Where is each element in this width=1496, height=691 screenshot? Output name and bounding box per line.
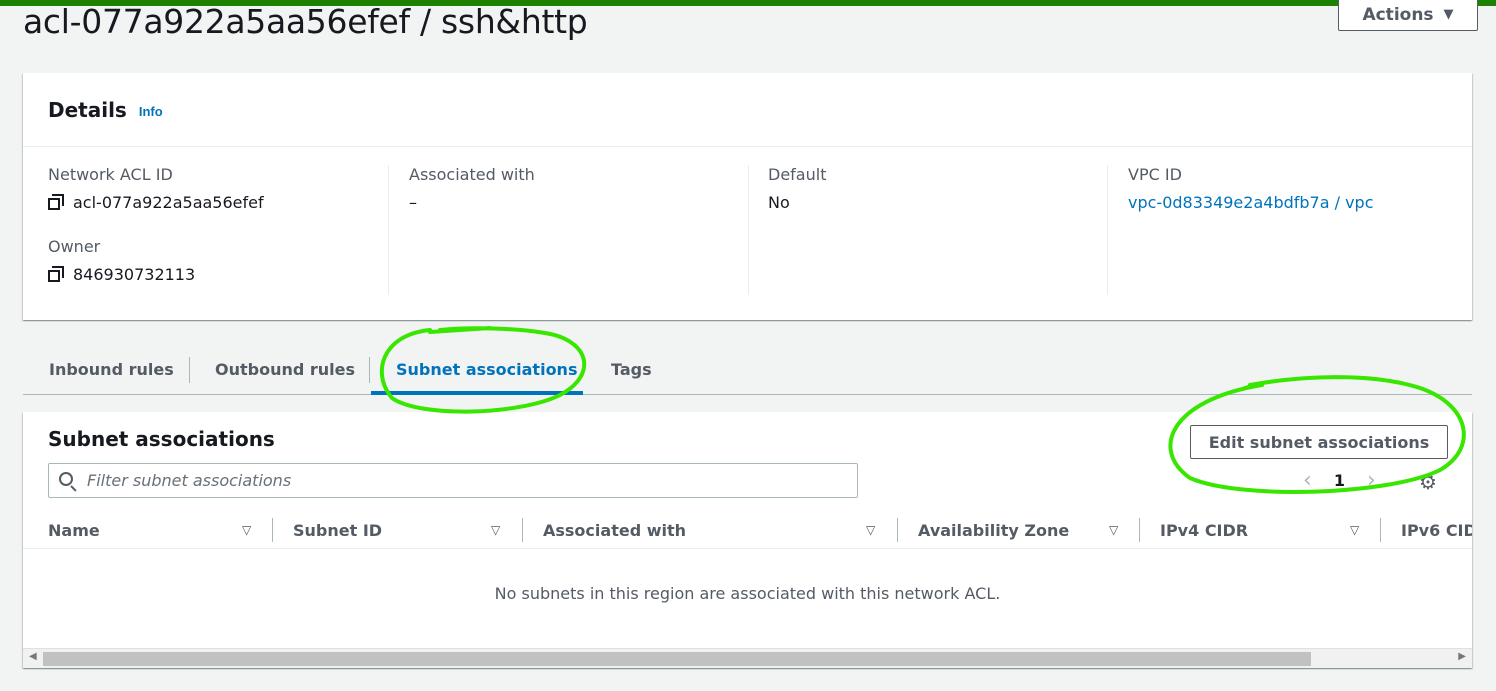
sort-icon[interactable]: ▽ (491, 523, 500, 537)
column-divider (388, 165, 389, 295)
copy-icon[interactable] (48, 194, 65, 211)
subnet-associations-title: Subnet associations (48, 427, 275, 451)
tab-tags[interactable]: Tags (611, 345, 652, 394)
owner-label: Owner (48, 237, 101, 256)
column-divider (748, 165, 749, 295)
actions-label: Actions (1362, 4, 1434, 25)
gear-icon[interactable]: ⚙ (1419, 470, 1437, 495)
column-header-ipv4-cidr[interactable]: IPv4 CIDR (1160, 511, 1248, 549)
tab-divider (189, 357, 190, 383)
network-acl-id-value: acl-077a922a5aa56efef (48, 193, 264, 212)
filter-input[interactable] (87, 471, 787, 490)
network-acl-id-label: Network ACL ID (48, 165, 173, 184)
details-column-associated: Associated with – (409, 165, 535, 295)
tab-outbound-rules[interactable]: Outbound rules (215, 345, 355, 394)
details-header: Details Info (23, 73, 1472, 147)
page-title: acl-077a922a5aa56efef / ssh&http (23, 2, 588, 41)
pagination: ‹ 1 › (1303, 468, 1376, 493)
details-panel: Details Info Network ACL ID acl-077a922a… (23, 73, 1472, 320)
column-header-name[interactable]: Name (48, 511, 100, 549)
tab-subnet-associations[interactable]: Subnet associations (396, 345, 577, 394)
details-column-acl: Network ACL ID acl-077a922a5aa56efef Own… (48, 165, 264, 295)
filter-subnet-associations[interactable] (48, 463, 858, 498)
current-page[interactable]: 1 (1334, 471, 1345, 490)
next-page-icon[interactable]: › (1367, 468, 1376, 493)
details-body: Network ACL ID acl-077a922a5aa56efef Own… (23, 147, 1472, 319)
subnet-associations-panel: Subnet associations Edit subnet associat… (23, 412, 1472, 668)
scroll-right-icon[interactable]: ▶ (1458, 651, 1466, 662)
default-value: No (768, 193, 790, 212)
column-divider (1107, 165, 1108, 295)
scrollbar-thumb[interactable] (43, 652, 1311, 666)
copy-icon[interactable] (48, 266, 65, 283)
column-divider[interactable] (897, 518, 898, 542)
column-header-ipv6-cidr[interactable]: IPv6 CIDR (1401, 511, 1472, 549)
sort-icon[interactable]: ▽ (242, 523, 251, 537)
owner-value: 846930732113 (48, 265, 264, 284)
column-divider[interactable] (522, 518, 523, 542)
sort-icon[interactable]: ▽ (1109, 523, 1118, 537)
details-title: Details (48, 97, 127, 122)
associated-with-label: Associated with (409, 165, 535, 184)
column-header-associated-with[interactable]: Associated with (543, 511, 686, 549)
sort-icon[interactable]: ▽ (1350, 523, 1359, 537)
default-label: Default (768, 165, 827, 184)
column-divider[interactable] (1139, 518, 1140, 542)
tab-divider (369, 357, 370, 383)
column-header-availability-zone[interactable]: Availability Zone (918, 511, 1069, 549)
tab-inbound-rules[interactable]: Inbound rules (49, 345, 174, 394)
caret-down-icon: ▼ (1443, 7, 1454, 22)
vpc-id-link[interactable]: vpc-0d83349e2a4bdfb7a / vpc (1128, 193, 1374, 212)
column-header-subnet-id[interactable]: Subnet ID (293, 511, 382, 549)
details-column-default: Default No (768, 165, 826, 295)
empty-table-message: No subnets in this region are associated… (494, 584, 1001, 603)
edit-subnet-associations-button[interactable]: Edit subnet associations (1190, 425, 1448, 459)
sort-icon[interactable]: ▽ (866, 523, 875, 537)
search-icon (59, 471, 77, 492)
info-link[interactable]: Info (139, 104, 163, 119)
associated-with-value: – (409, 193, 417, 212)
table-header: Name ▽ Subnet ID ▽ Associated with ▽ Ava… (23, 511, 1472, 549)
vpc-id-label: VPC ID (1128, 165, 1182, 184)
horizontal-scrollbar[interactable]: ◀ ▶ (23, 648, 1472, 668)
tab-bar: Inbound rules Outbound rules Subnet asso… (23, 345, 1472, 395)
actions-button[interactable]: Actions ▼ (1338, 0, 1478, 31)
previous-page-icon[interactable]: ‹ (1303, 468, 1312, 493)
details-column-vpc: VPC ID vpc-0d83349e2a4bdfb7a / vpc (1128, 165, 1374, 295)
scroll-left-icon[interactable]: ◀ (29, 651, 37, 662)
owner-id: 846930732113 (73, 265, 196, 284)
active-tab-indicator (371, 391, 583, 395)
column-divider[interactable] (272, 518, 273, 542)
column-divider[interactable] (1380, 518, 1381, 542)
network-acl-id: acl-077a922a5aa56efef (73, 193, 264, 212)
